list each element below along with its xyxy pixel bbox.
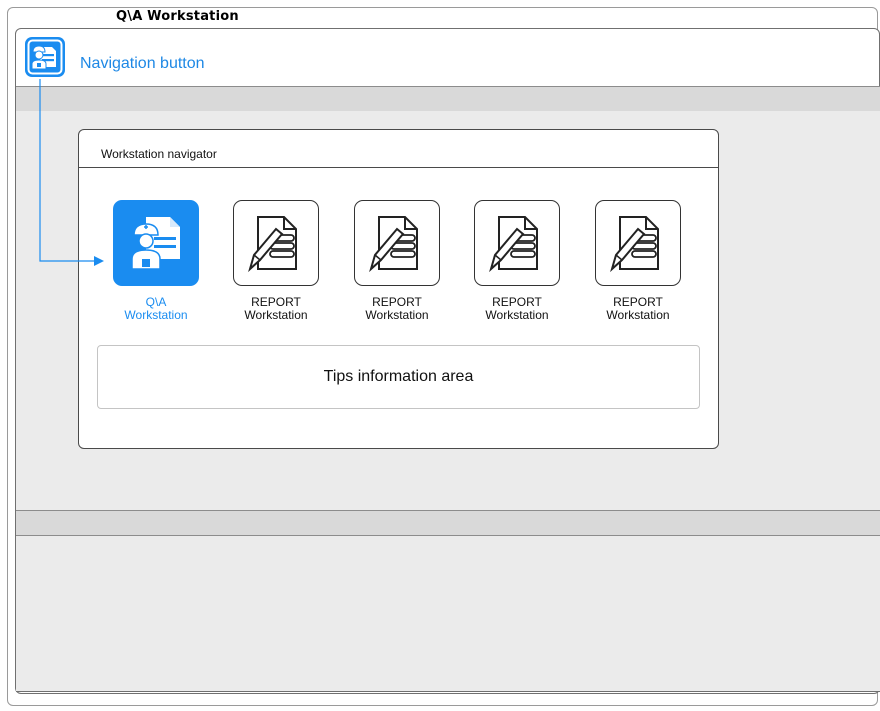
workstation-label: REPORT Workstation <box>244 295 308 322</box>
navigation-button-label[interactable]: Navigation button <box>80 55 205 73</box>
workstation-report-2[interactable]: REPORT Workstation <box>337 200 457 322</box>
status-band <box>16 510 880 536</box>
report-document-icon <box>248 216 297 273</box>
workstation-label: REPORT Workstation <box>365 295 429 322</box>
tips-information-area: Tips information area <box>97 345 700 409</box>
workstation-report-4[interactable]: REPORT Workstation <box>578 200 698 322</box>
report-document-icon <box>369 216 418 273</box>
doctor-workstation-icon <box>25 37 65 77</box>
window-title: Q\A Workstation <box>116 9 239 24</box>
navigation-button[interactable] <box>24 36 66 78</box>
workstation-label: Q\A Workstation <box>124 295 188 322</box>
workstation-navigator: Workstation navigator Q\A Workstation RE… <box>78 129 719 449</box>
workstation-report-1[interactable]: REPORT Workstation <box>216 200 336 322</box>
navigator-title: Workstation navigator <box>79 130 718 168</box>
doctor-workstation-icon <box>131 217 180 270</box>
report-document-icon <box>489 216 538 273</box>
workstation-report-3[interactable]: REPORT Workstation <box>457 200 577 322</box>
bottom-panel <box>16 536 880 692</box>
workstation-label: REPORT Workstation <box>606 295 670 322</box>
toolbar-band <box>16 86 880 112</box>
workstation-qa[interactable]: Q\A Workstation <box>96 200 216 322</box>
report-document-icon <box>610 216 659 273</box>
workstation-label: REPORT Workstation <box>485 295 549 322</box>
